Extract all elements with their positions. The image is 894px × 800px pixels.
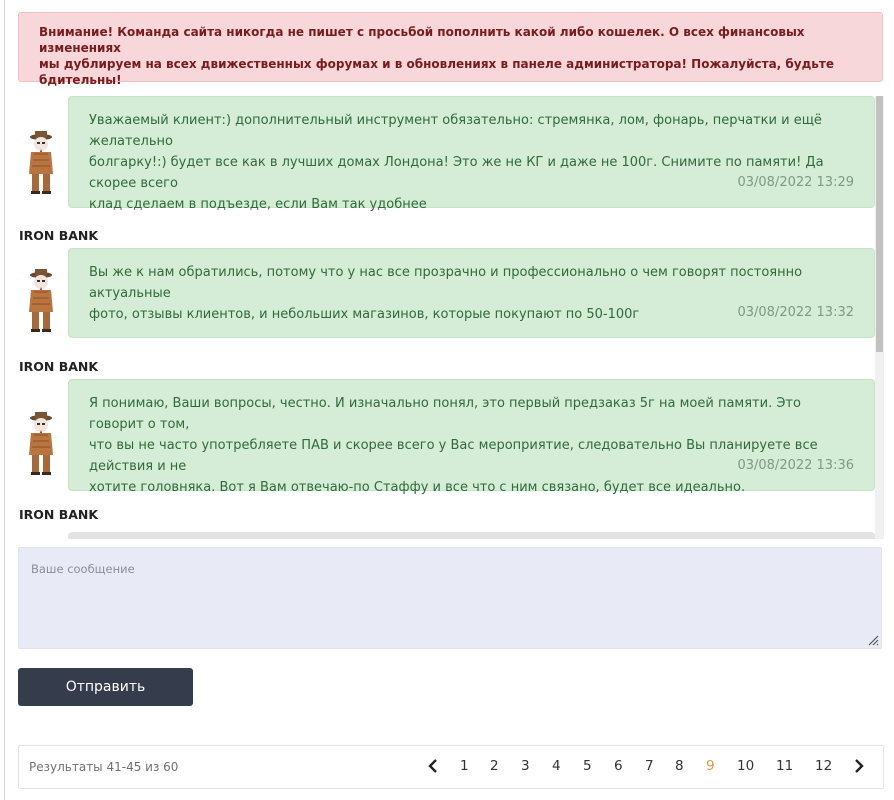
page-link-11[interactable]: 11 xyxy=(776,758,793,774)
message-text: Уважаемый клиент:) дополнительный инстру… xyxy=(89,113,822,149)
page-link-12[interactable]: 12 xyxy=(815,758,832,774)
message-bubble-partial xyxy=(68,532,875,539)
message-author: IRON BANK xyxy=(19,359,99,374)
message-timestamp: 03/08/2022 13:29 xyxy=(737,175,854,190)
page-link-5[interactable]: 5 xyxy=(583,758,592,774)
chevron-right-icon[interactable] xyxy=(853,759,865,773)
chat-scrollbar[interactable] xyxy=(875,96,884,539)
page-link-6[interactable]: 6 xyxy=(614,758,623,774)
page-link-7[interactable]: 7 xyxy=(645,758,654,774)
page-border xyxy=(4,0,5,800)
message-author: IRON BANK xyxy=(19,228,99,243)
message-timestamp: 03/08/2022 13:32 xyxy=(737,305,854,320)
page-link-10[interactable]: 10 xyxy=(737,758,754,774)
message-bubble: Уважаемый клиент:) дополнительный инстру… xyxy=(68,96,875,212)
page-link-2[interactable]: 2 xyxy=(490,758,499,774)
pagination: Результаты 41-45 из 60 1 2 3 4 5 6 7 8 9… xyxy=(18,745,884,789)
results-count: Результаты 41-45 из 60 xyxy=(29,760,179,774)
warning-line: Внимание! Команда сайта никогда не пишет… xyxy=(39,25,805,55)
avatar xyxy=(29,131,53,194)
page-link-8[interactable]: 8 xyxy=(675,758,684,774)
warning-banner: Внимание! Команда сайта никогда не пишет… xyxy=(18,12,883,87)
page-link-4[interactable]: 4 xyxy=(552,758,561,774)
send-button[interactable]: Отправить xyxy=(18,668,193,706)
message-text: хотите головняка. Вот я Вам отвечаю-по С… xyxy=(89,480,746,495)
message-bubble: Я понимаю, Ваши вопросы, честно. И изнач… xyxy=(68,379,875,495)
chevron-left-icon[interactable] xyxy=(427,759,439,773)
message-bubble: Вы же к нам обратились, потому что у нас… xyxy=(68,248,875,338)
warning-line: мы дублируем на всех движественных форум… xyxy=(39,57,834,71)
message-input-container xyxy=(18,547,882,649)
message-input[interactable] xyxy=(19,548,881,648)
message-text: Вы же к нам обратились, потому что у нас… xyxy=(89,265,803,301)
message-author: IRON BANK xyxy=(19,507,99,522)
message-text: Я понимаю, Ваши вопросы, честно. И изнач… xyxy=(89,396,801,432)
chat-scrollbar-thumb[interactable] xyxy=(876,96,883,352)
page-link-9[interactable]: 9 xyxy=(706,758,715,774)
avatar xyxy=(29,412,53,475)
warning-line: бдительны! xyxy=(39,73,122,87)
avatar xyxy=(29,269,53,332)
resize-handle-icon[interactable] xyxy=(867,634,879,646)
chat-history[interactable]: Уважаемый клиент:) дополнительный инстру… xyxy=(18,96,884,539)
message-timestamp: 03/08/2022 13:36 xyxy=(737,458,854,473)
message-text: клад сделаем в подъезде, если Вам так уд… xyxy=(89,197,427,212)
page-link-3[interactable]: 3 xyxy=(521,758,530,774)
page-link-1[interactable]: 1 xyxy=(460,758,469,774)
